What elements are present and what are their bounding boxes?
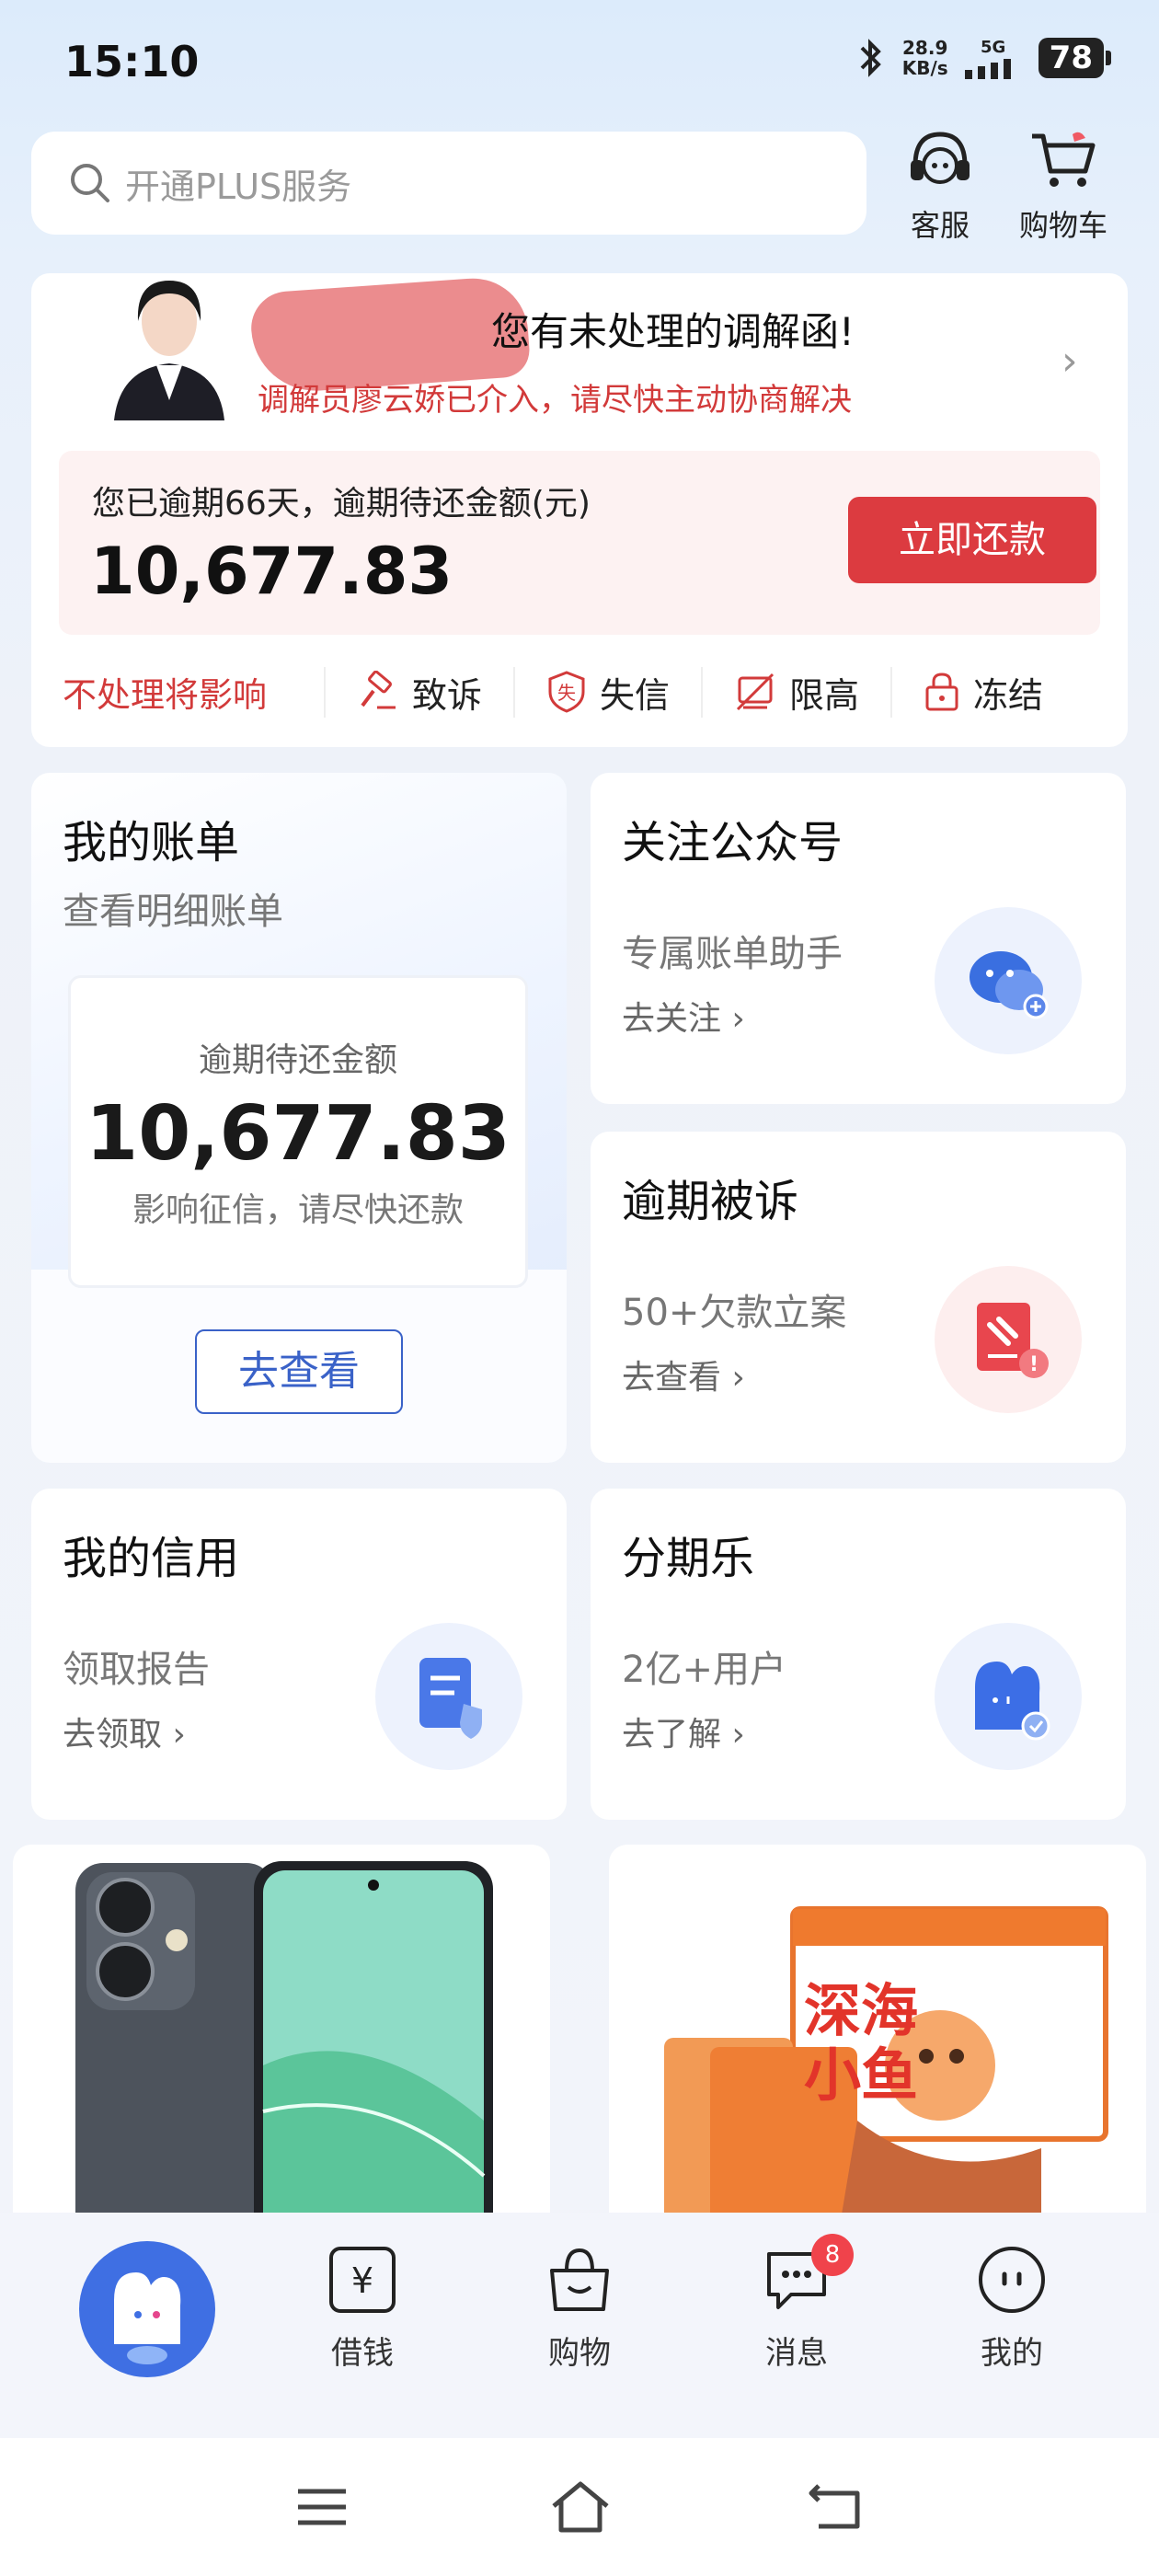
yuan-icon: ¥ — [329, 2247, 396, 2313]
fenqile-logo-icon — [935, 1623, 1082, 1770]
nav-shop[interactable]: 购物 — [515, 2243, 644, 2373]
court-document-icon: ! — [935, 1266, 1082, 1413]
status-time: 15:10 — [64, 37, 200, 86]
bill-amount-label: 逾期待还金额 — [198, 1041, 397, 1079]
installment-desc: 2亿+用户 — [622, 1649, 786, 1691]
lawsuit-card[interactable]: 逾期被诉 50+欠款立案 去查看 › ! — [591, 1132, 1126, 1463]
follow-title: 关注公众号 — [622, 817, 843, 868]
follow-link[interactable]: 去关注 › — [622, 992, 745, 1040]
alert-subtitle: 调解员廖云娇已介入，请尽快主动协商解决 — [258, 382, 852, 419]
nav-messages[interactable]: 8 消息 — [732, 2234, 861, 2373]
menu-icon[interactable] — [294, 2484, 350, 2530]
lawsuit-link[interactable]: 去查看 › — [622, 1351, 745, 1398]
lawsuit-title: 逾期被诉 — [622, 1176, 799, 1227]
home-icon[interactable] — [548, 2478, 613, 2534]
installment-link[interactable]: 去了解 › — [622, 1708, 745, 1755]
search-placeholder: 开通PLUS服务 — [125, 166, 352, 207]
mediation-alert-card[interactable]: 您有未处理的调解函! 调解员廖云娇已介入，请尽快主动协商解决 › 您已逾期66天… — [31, 273, 1128, 747]
alert-title: 您有未处理的调解函! — [491, 309, 855, 354]
system-navigation-bar — [0, 2438, 1159, 2576]
customer-service-button[interactable]: 客服 — [885, 129, 995, 245]
battery-indicator: 78 — [1038, 38, 1112, 78]
view-bill-button[interactable]: 去查看 — [195, 1329, 403, 1414]
cart-button[interactable]: 购物车 — [1008, 129, 1119, 245]
nav-mine[interactable]: 我的 — [947, 2243, 1076, 2373]
overdue-label: 您已逾期66天，逾期待还金额(元) — [92, 485, 591, 523]
impact-row: 不处理将影响 致诉 失 失信 限高 冻结 — [63, 660, 1102, 724]
product-phone-card[interactable] — [13, 1845, 550, 2222]
lawsuit-desc: 50+欠款立案 — [622, 1292, 847, 1334]
snack-name-2: 小鱼 — [804, 2041, 919, 2109]
impact-freeze: 冻结 — [890, 666, 1074, 718]
bill-subtitle: 查看明细账单 — [63, 891, 283, 933]
my-bill-card[interactable]: 我的账单 查看明细账单 逾期待还金额 10,677.83 影响征信，请尽快还款 … — [31, 773, 567, 1463]
overdue-summary: 您已逾期66天，逾期待还金额(元) 10,677.83 立即还款 — [59, 451, 1100, 635]
credit-report-icon — [375, 1623, 522, 1770]
installment-card[interactable]: 分期乐 2亿+用户 去了解 › — [591, 1489, 1126, 1820]
cart-label: 购物车 — [1018, 208, 1107, 243]
credit-title: 我的信用 — [63, 1533, 240, 1584]
wechat-icon — [935, 907, 1082, 1054]
net-speed: 28.9 KB/s — [901, 37, 948, 79]
headset-icon — [911, 132, 970, 184]
shield-icon: 失 — [548, 671, 585, 713]
svg-text:¥: ¥ — [351, 2260, 373, 2301]
bluetooth-icon — [860, 39, 881, 77]
home-mascot-button[interactable] — [79, 2241, 215, 2377]
follow-desc: 专属账单助手 — [622, 933, 843, 975]
impact-consumption-limit: 限高 — [701, 666, 890, 718]
follow-account-card[interactable]: 关注公众号 专属账单助手 去关注 › — [591, 773, 1126, 1104]
message-count-badge: 8 — [811, 2234, 854, 2276]
lock-icon — [925, 673, 958, 711]
overdue-amount: 10,677.83 — [90, 534, 453, 609]
signal-indicator: 5G — [964, 38, 1022, 79]
impact-dishonest: 失 失信 — [513, 666, 701, 718]
signal-icon — [964, 58, 1011, 79]
mascot-icon — [114, 2272, 181, 2364]
credit-card[interactable]: 我的信用 领取报告 去领取 › — [31, 1489, 567, 1820]
svg-text:失: 失 — [557, 682, 576, 704]
impact-label: 不处理将影响 — [63, 675, 267, 715]
search-bar[interactable]: 开通PLUS服务 — [31, 132, 866, 235]
credit-link[interactable]: 去领取 › — [63, 1708, 186, 1755]
svg-text:!: ! — [1029, 1353, 1039, 1376]
mediator-avatar — [86, 273, 252, 420]
product-snack-card[interactable]: 劲仔 深海 小鱼 — [609, 1845, 1146, 2222]
status-icons: 28.9 KB/s 5G 78 — [855, 37, 1112, 79]
bill-title: 我的账单 — [63, 817, 240, 868]
cart-icon — [1032, 132, 1096, 187]
no-flight-icon — [736, 673, 775, 711]
impact-lawsuit: 致诉 — [324, 666, 513, 718]
gavel-icon — [361, 671, 396, 709]
search-icon — [71, 164, 109, 202]
customer-service-label: 客服 — [910, 208, 970, 243]
installment-title: 分期乐 — [622, 1533, 755, 1584]
repay-now-button[interactable]: 立即还款 — [848, 497, 1096, 583]
back-icon[interactable] — [806, 2480, 865, 2532]
phone-product-image — [75, 1861, 493, 2222]
bill-amount: 10,677.83 — [86, 1090, 511, 1178]
nav-borrow[interactable]: ¥ 借钱 — [298, 2243, 427, 2373]
bill-amount-panel: 逾期待还金额 10,677.83 影响征信，请尽快还款 — [68, 975, 528, 1288]
chevron-right-icon: › — [1061, 338, 1078, 385]
credit-desc: 领取报告 — [63, 1649, 210, 1691]
profile-face-icon — [979, 2247, 1045, 2313]
bill-note: 影响征信，请尽快还款 — [132, 1191, 464, 1229]
shopping-bag-icon — [550, 2248, 609, 2311]
